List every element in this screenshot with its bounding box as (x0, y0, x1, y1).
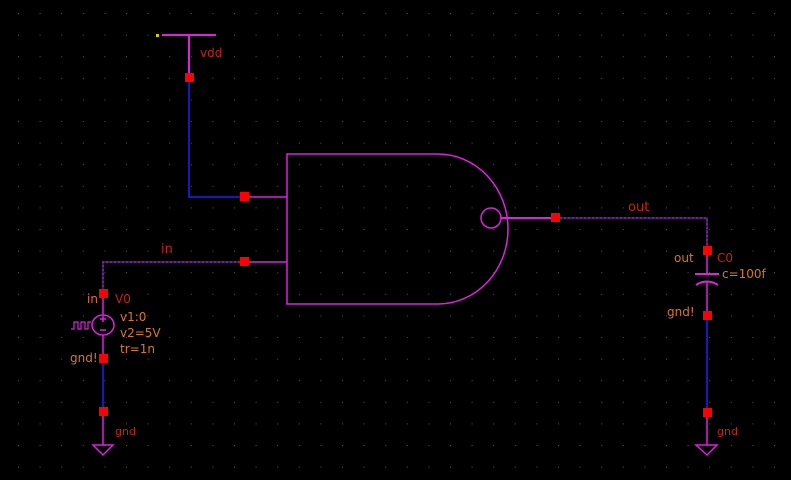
pin-c0-neg[interactable] (703, 311, 712, 320)
pin-gnd-left[interactable] (99, 407, 108, 416)
out-net-label: out (628, 200, 649, 215)
schematic-canvas[interactable]: vdd out in in V0 v1:0 v2=5V tr=1n gnd! g… (0, 0, 791, 480)
v0-param-v1: v1:0 (120, 310, 146, 324)
c0-param: c=100f (722, 267, 767, 281)
pin-nand-a[interactable] (240, 192, 249, 201)
c0-pin-neg-label: gnd! (667, 305, 695, 319)
pin-v0-neg[interactable] (99, 354, 108, 363)
gnd-label-right: gnd (717, 425, 738, 438)
gnd-label-left: gnd (115, 425, 136, 438)
pin-nand-out[interactable] (551, 213, 560, 222)
pin-gnd-right[interactable] (703, 408, 712, 417)
grid (0, 0, 791, 480)
c0-pin-pos-label: out (674, 251, 694, 265)
vdd-label: vdd (200, 46, 222, 60)
v0-pin-neg-label: gnd! (70, 351, 98, 365)
v0-param-v2: v2=5V (120, 326, 161, 340)
v0-param-tr: tr=1n (120, 342, 155, 356)
pin-c0-pos[interactable] (703, 246, 712, 255)
pin-vdd[interactable] (185, 73, 194, 82)
c0-instance-label: C0 (717, 251, 733, 265)
in-net-label: in (161, 242, 173, 257)
pulse-icon (71, 321, 91, 330)
schematic: vdd out in in V0 v1:0 v2=5V tr=1n gnd! g… (0, 0, 791, 480)
v0-pin-pos-label: in (87, 292, 98, 306)
pin-nand-b[interactable] (240, 257, 249, 266)
pin-v0-pos[interactable] (99, 289, 108, 298)
v0-instance-label: V0 (115, 292, 131, 306)
